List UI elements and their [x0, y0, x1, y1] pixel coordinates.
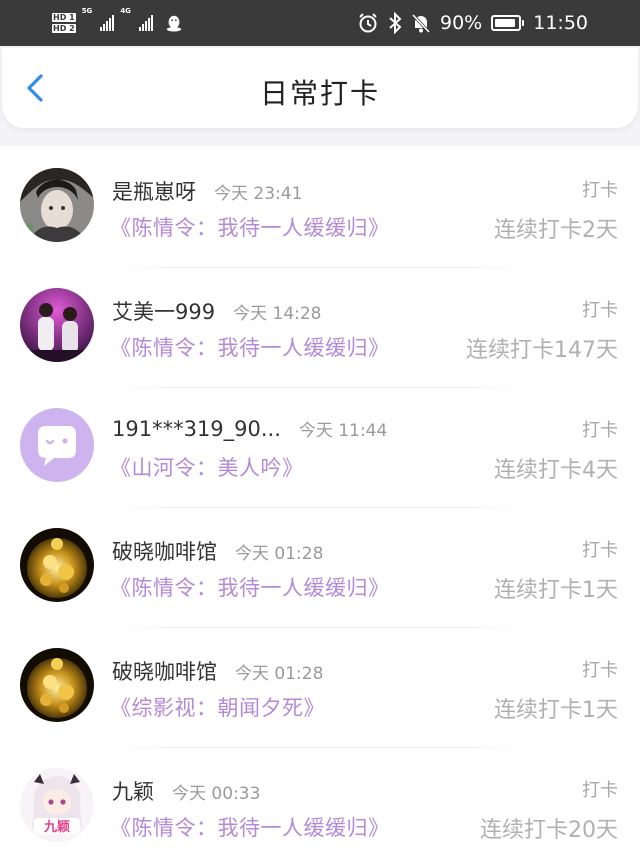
- streak-count: 连续打卡1天: [494, 698, 618, 723]
- user-name-text: 艾美一999: [112, 300, 216, 324]
- streak-count: 连续打卡2天: [494, 218, 618, 243]
- page-title: 日常打卡: [259, 77, 380, 110]
- status-bar: HD 1 HD 2 5G 4G 90% 11:50: [0, 0, 640, 46]
- book-title[interactable]: 《陈情令：我待一人缓缓归》: [110, 812, 390, 842]
- book-title[interactable]: 《陈情令：我待一人缓缓归》: [110, 332, 390, 362]
- user-name[interactable]: 破晓咖啡馆 今天 01:28: [112, 656, 323, 686]
- network-5g-label: 5G: [81, 7, 93, 15]
- streak-count: 连续打卡147天: [466, 338, 618, 363]
- checkin-label: 打卡: [582, 780, 618, 801]
- qq-penguin-icon: [166, 15, 182, 32]
- hd1-badge: HD 1: [52, 13, 76, 22]
- book-title[interactable]: 《陈情令：我待一人缓缓归》: [110, 212, 390, 242]
- signal-icon: [100, 15, 115, 31]
- user-name[interactable]: 艾美一999 今天 14:28: [112, 296, 322, 326]
- battery-icon: [491, 15, 525, 31]
- bluetooth-icon: [389, 12, 402, 34]
- user-name-text: 是瓶崽呀: [112, 180, 196, 204]
- list-item[interactable]: 破晓咖啡馆 今天 01:28 《陈情令：我待一人缓缓归》 打卡连续打卡1天: [0, 508, 640, 628]
- streak-count: 连续打卡20天: [480, 818, 618, 843]
- avatar[interactable]: [20, 168, 94, 242]
- list-item[interactable]: 九颖 九颖 今天 00:33 《陈情令：我待一人缓缓归》 打卡 连续打卡20天: [0, 748, 640, 868]
- list-item[interactable]: 是瓶崽呀 今天 23:41 《陈情令：我待一人缓缓归》 打卡连续打卡2天: [0, 148, 640, 268]
- list-item[interactable]: 破晓咖啡馆 今天 01:28 《综影视：朝闻夕死》 打卡连续打卡1天: [0, 628, 640, 748]
- battery-percent: 90%: [440, 12, 483, 34]
- user-name-text: 191***319_90...: [112, 417, 281, 441]
- checkin-time: 今天 23:41: [214, 184, 303, 204]
- network-4g-label: 4G: [120, 7, 131, 15]
- list-item[interactable]: 191***319_90... 今天 11:44 《山河令：美人吟》 打卡连续打卡4天: [0, 388, 640, 508]
- avatar[interactable]: 九颖: [20, 768, 94, 842]
- checkin-time: 今天 01:28: [235, 664, 324, 684]
- user-name-text: 九颖: [112, 780, 154, 804]
- checkin-list: 是瓶崽呀 今天 23:41 《陈情令：我待一人缓缓归》 打卡 连续打卡2天 艾美一999 今…: [0, 148, 640, 868]
- status-right: 90% 11:50: [357, 8, 588, 38]
- book-title[interactable]: 《山河令：美人吟》: [110, 452, 304, 482]
- avatar[interactable]: [20, 648, 94, 722]
- avatar[interactable]: [20, 528, 94, 602]
- user-name-text: 破晓咖啡馆: [112, 540, 217, 564]
- checkin-time: 今天 00:33: [172, 784, 261, 804]
- user-name[interactable]: 191***319_90... 今天 11:44: [112, 416, 387, 441]
- checkin-time: 今天 11:44: [298, 421, 388, 441]
- alarm-icon: [359, 13, 377, 33]
- app-header: 日常打卡: [2, 48, 638, 128]
- list-item[interactable]: 艾美一999 今天 14:28 《陈情令：我待一人缓缓归》 打卡连续打卡147天: [0, 268, 640, 388]
- battery-level-fill: [495, 19, 516, 27]
- mute-bell-icon: [411, 13, 431, 34]
- hd-indicators: HD 1 HD 2: [52, 13, 76, 33]
- svg-text:九颖: 九颖: [43, 819, 70, 835]
- avatar[interactable]: [20, 408, 94, 482]
- checkin-label: 打卡: [582, 660, 618, 681]
- checkin-label: 打卡: [582, 300, 618, 321]
- checkin-label: 打卡: [582, 420, 618, 441]
- status-left: HD 1 HD 2 5G 4G: [52, 7, 183, 38]
- checkin-label: 打卡: [582, 180, 618, 201]
- clock: 11:50: [533, 12, 588, 34]
- avatar[interactable]: [20, 288, 94, 362]
- streak-count: 连续打卡4天: [494, 458, 618, 483]
- streak-count: 连续打卡1天: [494, 578, 618, 603]
- book-title[interactable]: 《陈情令：我待一人缓缓归》: [110, 572, 390, 602]
- hd2-badge: HD 2: [52, 24, 76, 33]
- book-title[interactable]: 《综影视：朝闻夕死》: [110, 692, 325, 722]
- signal-icon: [138, 15, 153, 31]
- user-name[interactable]: 九颖 今天 00:33: [112, 776, 260, 806]
- user-name[interactable]: 是瓶崽呀 今天 23:41: [112, 176, 302, 206]
- user-name[interactable]: 破晓咖啡馆 今天 01:28: [112, 536, 323, 566]
- checkin-time: 今天 14:28: [233, 304, 322, 324]
- checkin-time: 今天 01:28: [235, 544, 324, 564]
- user-name-text: 破晓咖啡馆: [112, 660, 217, 684]
- checkin-label: 打卡: [582, 540, 618, 561]
